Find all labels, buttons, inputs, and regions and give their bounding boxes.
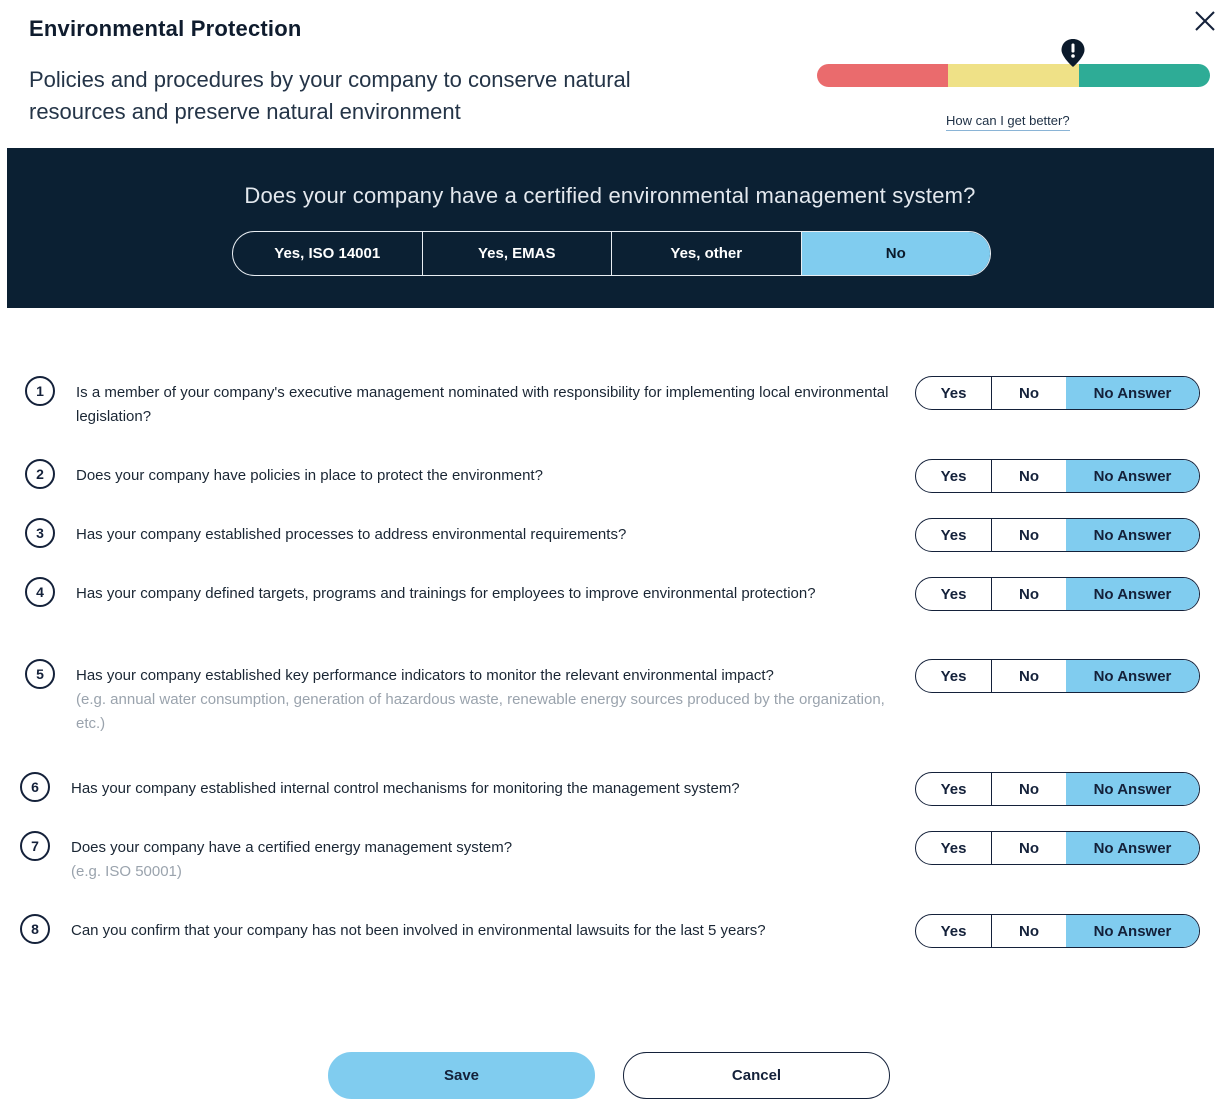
question-label: Has your company established processes t… [76,526,627,543]
question-text: Has your company established key perform… [76,664,906,736]
page-title: Environmental Protection [29,16,302,41]
question-label: Is a member of your company's executive … [76,384,889,425]
answer-no-button[interactable]: No [992,915,1066,947]
question-text: Is a member of your company's executive … [76,381,906,429]
answer-no-answer-button[interactable]: No Answer [1066,915,1199,947]
rating-segment-low [817,64,948,87]
cancel-button[interactable]: Cancel [623,1052,890,1099]
answer-yes-button[interactable]: Yes [916,773,992,805]
question-number: 6 [20,772,50,802]
question-hint: (e.g. annual water consumption, generati… [76,691,885,732]
question-text: Has your company established internal co… [71,777,901,801]
close-icon[interactable] [1192,8,1218,34]
answer-no-button[interactable]: No [992,377,1066,409]
question-label: Does your company have a certified energ… [71,839,513,856]
answer-no-button[interactable]: No [992,460,1066,492]
page-subtitle: Policies and procedures by your company … [29,67,631,124]
answer-no-answer-button[interactable]: No Answer [1066,773,1199,805]
answer-toggle: Yes No No Answer [915,659,1200,693]
answer-no-answer-button[interactable]: No Answer [1066,377,1199,409]
answer-toggle: Yes No No Answer [915,577,1200,611]
question-hint: (e.g. ISO 50001) [71,863,182,880]
question-label: Has your company established key perform… [76,667,774,684]
answer-no-button[interactable]: No [992,519,1066,551]
answer-yes-button[interactable]: Yes [916,660,992,692]
answer-yes-button[interactable]: Yes [916,915,992,947]
question-number: 3 [25,518,55,548]
answer-yes-button[interactable]: Yes [916,578,992,610]
option-yes-iso-14001[interactable]: Yes, ISO 14001 [233,232,423,275]
question-number: 2 [25,459,55,489]
answer-toggle: Yes No No Answer [915,518,1200,552]
question-text: Does your company have a certified energ… [71,836,901,884]
answer-no-button[interactable]: No [992,773,1066,805]
question-text: Can you confirm that your company has no… [71,919,901,943]
answer-no-answer-button[interactable]: No Answer [1066,660,1199,692]
question-number: 4 [25,577,55,607]
question-label: Can you confirm that your company has no… [71,922,766,939]
answer-toggle: Yes No No Answer [915,376,1200,410]
answer-no-button[interactable]: No [992,832,1066,864]
option-yes-emas[interactable]: Yes, EMAS [423,232,612,275]
answer-yes-button[interactable]: Yes [916,832,992,864]
how-to-improve-link[interactable]: How can I get better? [946,113,1070,131]
answer-yes-button[interactable]: Yes [916,377,992,409]
answer-yes-button[interactable]: Yes [916,519,992,551]
certification-question: Does your company have a certified envir… [244,183,976,208]
question-label: Has your company defined targets, progra… [76,585,816,602]
answer-no-answer-button[interactable]: No Answer [1066,519,1199,551]
rating-bar [817,64,1210,87]
warning-pin-icon [1061,39,1085,67]
answer-no-answer-button[interactable]: No Answer [1066,460,1199,492]
answer-yes-button[interactable]: Yes [916,460,992,492]
question-number: 8 [20,914,50,944]
question-number: 5 [25,659,55,689]
question-text: Does your company have policies in place… [76,464,906,488]
option-no[interactable]: No [801,232,990,275]
question-label: Has your company established internal co… [71,780,740,797]
answer-no-answer-button[interactable]: No Answer [1066,832,1199,864]
answer-no-answer-button[interactable]: No Answer [1066,578,1199,610]
answer-toggle: Yes No No Answer [915,772,1200,806]
question-text: Has your company defined targets, progra… [76,582,906,606]
question-label: Does your company have policies in place… [76,467,543,484]
certification-options: Yes, ISO 14001 Yes, EMAS Yes, other No [232,231,991,276]
question-number: 1 [25,376,55,406]
certification-banner [7,148,1214,308]
answer-toggle: Yes No No Answer [915,831,1200,865]
save-button[interactable]: Save [328,1052,595,1099]
answer-toggle: Yes No No Answer [915,459,1200,493]
rating-segment-high [1078,64,1210,87]
answer-no-button[interactable]: No [992,578,1066,610]
answer-toggle: Yes No No Answer [915,914,1200,948]
question-text: Has your company established processes t… [76,523,906,547]
answer-no-button[interactable]: No [992,660,1066,692]
question-number: 7 [20,831,50,861]
option-yes-other[interactable]: Yes, other [612,232,802,275]
